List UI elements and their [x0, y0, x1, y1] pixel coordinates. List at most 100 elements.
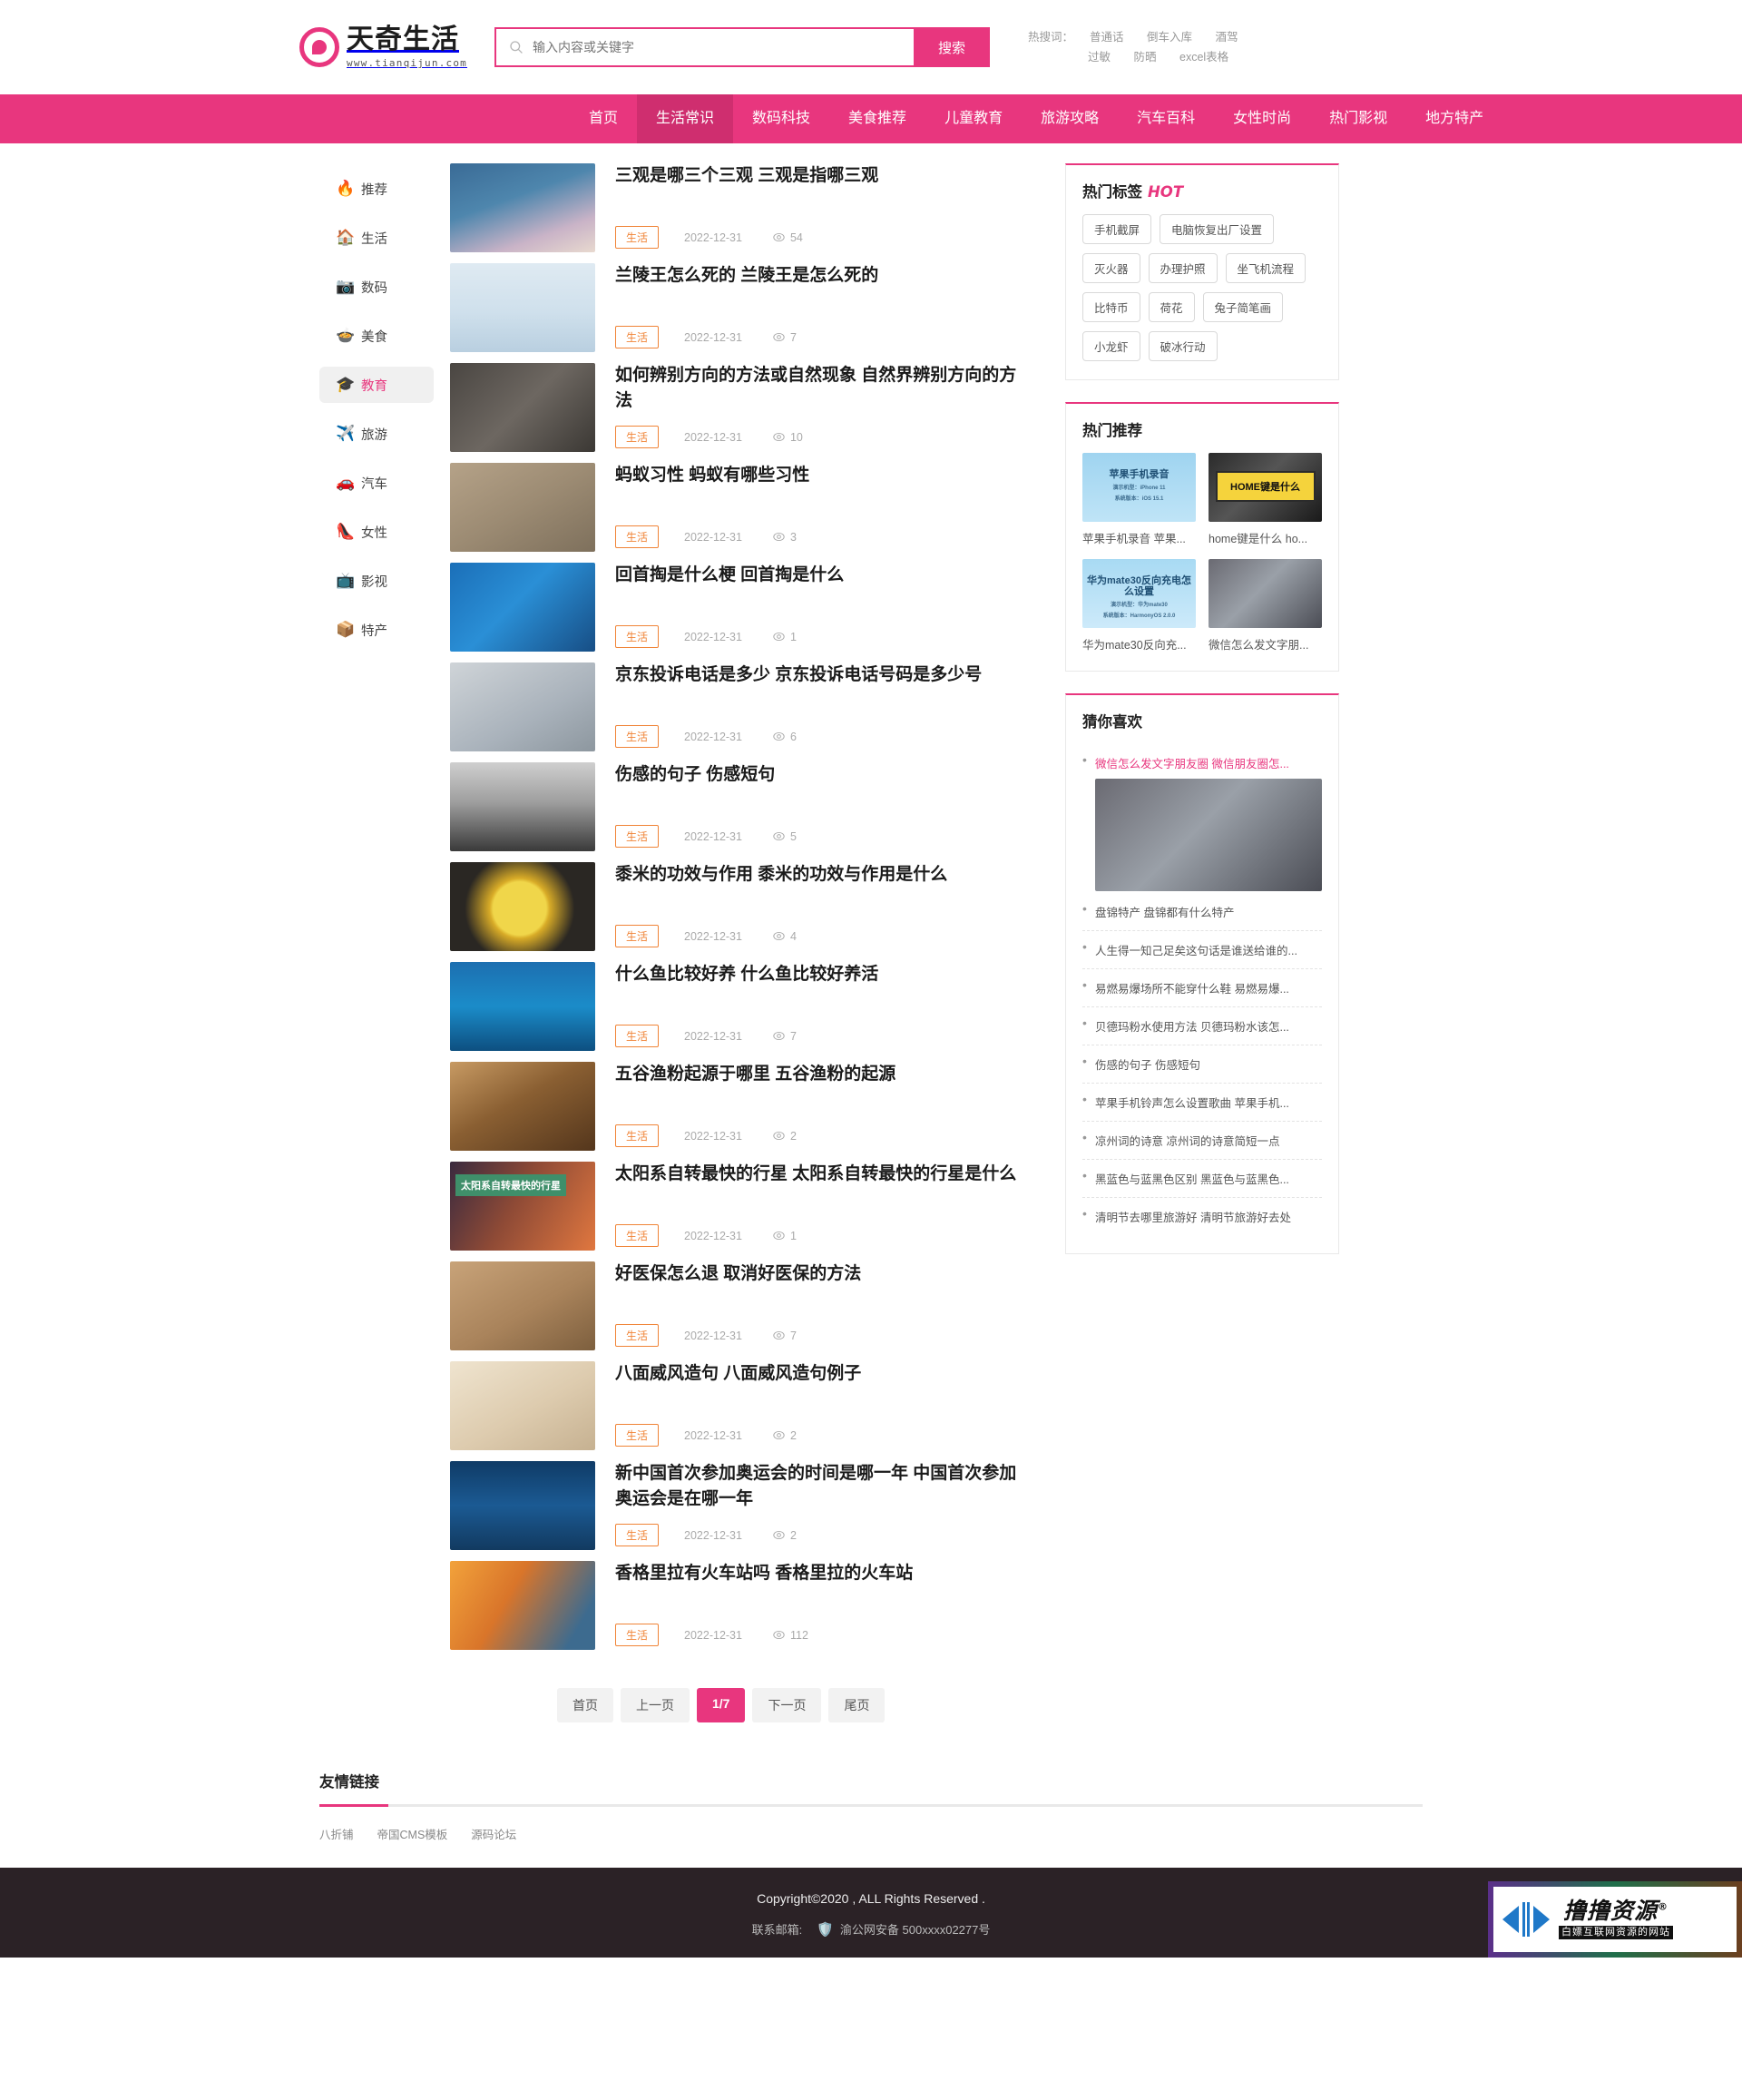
article-item[interactable]: 回首掏是什么梗 回首掏是什么 生活 2022-12-31 1 — [450, 563, 1031, 652]
article-title[interactable]: 蚂蚁习性 蚂蚁有哪些习性 — [615, 463, 1031, 488]
sidebar-item-2[interactable]: 📷 数码 — [319, 269, 434, 305]
hot-tag-item[interactable]: 小龙虾 — [1082, 331, 1140, 361]
article-tag[interactable]: 生活 — [615, 1224, 660, 1247]
article-thumbnail[interactable] — [450, 1062, 595, 1151]
guess-like-link[interactable]: 伤感的句子 伤感短句 — [1095, 1055, 1322, 1073]
article-tag[interactable]: 生活 — [615, 1124, 660, 1147]
sidebar-item-7[interactable]: 👠 女性 — [319, 514, 434, 550]
article-title[interactable]: 黍米的功效与作用 黍米的功效与作用是什么 — [615, 862, 1031, 888]
guess-like-link[interactable]: 易燃易爆场所不能穿什么鞋 易燃易爆... — [1095, 979, 1322, 996]
article-tag[interactable]: 生活 — [615, 426, 660, 448]
guess-like-link[interactable]: 凉州词的诗意 凉州词的诗意简短一点 — [1095, 1132, 1322, 1149]
article-thumbnail[interactable] — [450, 1261, 595, 1350]
article-title[interactable]: 什么鱼比较好养 什么鱼比较好养活 — [615, 962, 1031, 987]
site-logo[interactable]: 天奇生活 www.tianqijun.com — [299, 26, 467, 68]
hot-word-link[interactable]: 防晒 — [1134, 51, 1157, 64]
pagination-next[interactable]: 下一页 — [752, 1688, 822, 1722]
guess-like-link[interactable]: 微信怎么发文字朋友圈 微信朋友圈怎... — [1095, 754, 1322, 771]
article-title[interactable]: 如何辨别方向的方法或自然现象 自然界辨别方向的方法 — [615, 363, 1031, 414]
nav-item-7[interactable]: 女性时尚 — [1214, 94, 1310, 143]
sidebar-item-8[interactable]: 📺 影视 — [319, 563, 434, 599]
hot-recommend-item[interactable]: HOME键是什么 home键是什么 ho... — [1209, 453, 1322, 546]
article-item[interactable]: 太阳系自转最快的行星 太阳系自转最快的行星 太阳系自转最快的行星是什么 生活 2022… — [450, 1162, 1031, 1251]
article-title[interactable]: 香格里拉有火车站吗 香格里拉的火车站 — [615, 1561, 1031, 1586]
hot-word-link[interactable]: 普通话 — [1090, 31, 1124, 44]
guess-like-link[interactable]: 苹果手机铃声怎么设置歌曲 苹果手机... — [1095, 1094, 1322, 1111]
article-tag[interactable]: 生活 — [615, 925, 660, 947]
hot-recommend-item[interactable]: 华为mate30反向充电怎么设置 演示机型：华为mate30 系统版本：Harmon… — [1082, 559, 1196, 653]
sidebar-item-1[interactable]: 🏠 生活 — [319, 220, 434, 256]
hot-tag-item[interactable]: 办理护照 — [1148, 253, 1218, 283]
hot-recommend-item[interactable]: 苹果手机录音 演示机型：iPhone 11 系统版本：iOS 15.1 苹果手机录音 … — [1082, 453, 1196, 546]
article-title[interactable]: 新中国首次参加奥运会的时间是哪一年 中国首次参加奥运会是在哪一年 — [615, 1461, 1031, 1512]
hot-tag-item[interactable]: 灭火器 — [1082, 253, 1140, 283]
article-title[interactable]: 好医保怎么退 取消好医保的方法 — [615, 1261, 1031, 1287]
friend-link-item[interactable]: 源码论坛 — [471, 1825, 516, 1842]
article-tag[interactable]: 生活 — [615, 725, 660, 748]
nav-item-8[interactable]: 热门影视 — [1310, 94, 1406, 143]
hot-word-link[interactable]: 过敏 — [1088, 51, 1111, 64]
guess-like-link[interactable]: 人生得一知己足矣这句话是谁送给谁的... — [1095, 941, 1322, 958]
guess-like-link[interactable]: 黑蓝色与蓝黑色区别 黑蓝色与蓝黑色... — [1095, 1170, 1322, 1187]
article-title[interactable]: 伤感的句子 伤感短句 — [615, 762, 1031, 788]
nav-item-2[interactable]: 数码科技 — [733, 94, 829, 143]
article-thumbnail[interactable] — [450, 962, 595, 1051]
hot-tag-item[interactable]: 破冰行动 — [1148, 331, 1218, 361]
hot-tag-item[interactable]: 手机截屏 — [1082, 214, 1152, 244]
article-title[interactable]: 太阳系自转最快的行星 太阳系自转最快的行星是什么 — [615, 1162, 1031, 1187]
sidebar-item-3[interactable]: 🍲 美食 — [319, 318, 434, 354]
search-input[interactable] — [524, 29, 914, 65]
article-thumbnail[interactable] — [450, 1361, 595, 1450]
article-item[interactable]: 如何辨别方向的方法或自然现象 自然界辨别方向的方法 生活 2022-12-31 10 — [450, 363, 1031, 452]
article-thumbnail[interactable] — [450, 762, 595, 851]
hot-word-link[interactable]: 倒车入库 — [1147, 31, 1192, 44]
article-thumbnail[interactable] — [450, 163, 595, 252]
pagination-last[interactable]: 尾页 — [828, 1688, 886, 1722]
friend-link-item[interactable]: 帝国CMS模板 — [377, 1825, 448, 1842]
article-title[interactable]: 回首掏是什么梗 回首掏是什么 — [615, 563, 1031, 588]
article-tag[interactable]: 生活 — [615, 1624, 660, 1646]
nav-item-4[interactable]: 儿童教育 — [925, 94, 1022, 143]
guess-like-link[interactable]: 清明节去哪里旅游好 清明节旅游好去处 — [1095, 1208, 1322, 1225]
article-thumbnail[interactable] — [450, 463, 595, 552]
hot-tag-item[interactable]: 电脑恢复出厂设置 — [1160, 214, 1275, 244]
hot-tag-item[interactable]: 荷花 — [1148, 292, 1195, 322]
hot-tag-item[interactable]: 比特币 — [1082, 292, 1140, 322]
article-title[interactable]: 京东投诉电话是多少 京东投诉电话号码是多少号 — [615, 662, 1031, 688]
article-thumbnail[interactable] — [450, 563, 595, 652]
pagination-prev[interactable]: 上一页 — [621, 1688, 690, 1722]
article-tag[interactable]: 生活 — [615, 326, 660, 348]
article-item[interactable]: 什么鱼比较好养 什么鱼比较好养活 生活 2022-12-31 7 — [450, 962, 1031, 1051]
article-item[interactable]: 新中国首次参加奥运会的时间是哪一年 中国首次参加奥运会是在哪一年 生活 2022-1… — [450, 1461, 1031, 1550]
sidebar-item-0[interactable]: 🔥 推荐 — [319, 171, 434, 207]
article-tag[interactable]: 生活 — [615, 1324, 660, 1347]
sidebar-item-4[interactable]: 🎓 教育 — [319, 367, 434, 403]
article-thumbnail[interactable] — [450, 1561, 595, 1650]
article-item[interactable]: 五谷渔粉起源于哪里 五谷渔粉的起源 生活 2022-12-31 2 — [450, 1062, 1031, 1151]
hot-word-link[interactable]: excel表格 — [1179, 51, 1228, 64]
article-tag[interactable]: 生活 — [615, 1524, 660, 1546]
article-thumbnail[interactable] — [450, 263, 595, 352]
search-box[interactable] — [494, 27, 914, 67]
pagination-first[interactable]: 首页 — [557, 1688, 613, 1722]
article-item[interactable]: 黍米的功效与作用 黍米的功效与作用是什么 生活 2022-12-31 4 — [450, 862, 1031, 951]
article-thumbnail[interactable] — [450, 363, 595, 452]
article-title[interactable]: 八面威风造句 八面威风造句例子 — [615, 1361, 1031, 1387]
sidebar-item-6[interactable]: 🚗 汽车 — [319, 465, 434, 501]
article-item[interactable]: 京东投诉电话是多少 京东投诉电话号码是多少号 生活 2022-12-31 6 — [450, 662, 1031, 751]
article-tag[interactable]: 生活 — [615, 1025, 660, 1047]
guess-like-link[interactable]: 盘锦特产 盘锦都有什么特产 — [1095, 903, 1322, 920]
article-title[interactable]: 兰陵王怎么死的 兰陵王是怎么死的 — [615, 263, 1031, 289]
article-title[interactable]: 五谷渔粉起源于哪里 五谷渔粉的起源 — [615, 1062, 1031, 1087]
hot-tag-item[interactable]: 坐飞机流程 — [1225, 253, 1306, 283]
nav-item-3[interactable]: 美食推荐 — [829, 94, 925, 143]
article-thumbnail[interactable] — [450, 662, 595, 751]
hot-tag-item[interactable]: 兔子简笔画 — [1202, 292, 1284, 322]
nav-item-5[interactable]: 旅游攻略 — [1022, 94, 1118, 143]
sidebar-item-5[interactable]: ✈️ 旅游 — [319, 416, 434, 452]
guess-like-link[interactable]: 贝德玛粉水使用方法 贝德玛粉水该怎... — [1095, 1017, 1322, 1035]
nav-item-0[interactable]: 首页 — [570, 94, 637, 143]
beian-link[interactable]: 渝公网安备 500xxxx02277号 — [840, 1920, 990, 1938]
friend-link-item[interactable]: 八折铺 — [319, 1825, 354, 1842]
sidebar-item-9[interactable]: 📦 特产 — [319, 612, 434, 648]
